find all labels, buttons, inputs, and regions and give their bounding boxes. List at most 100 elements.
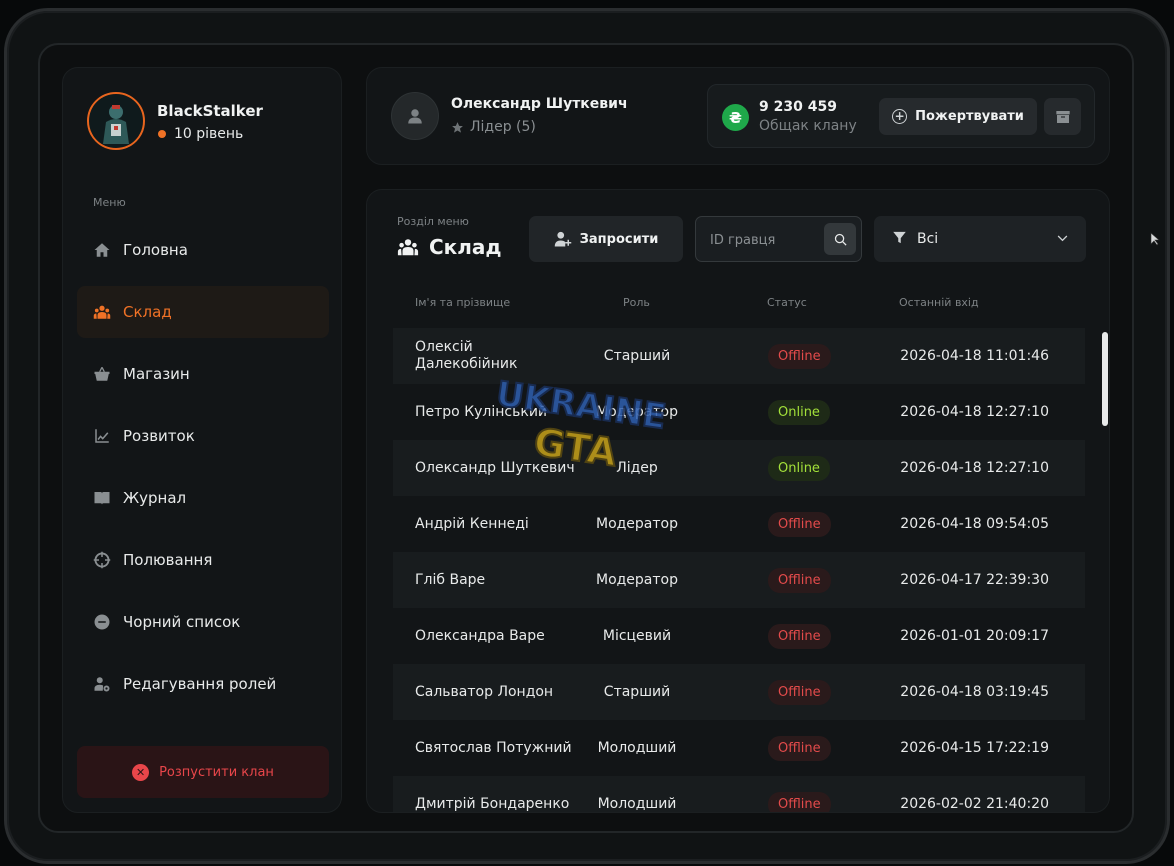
sidebar-item-label: Полювання xyxy=(123,551,213,569)
sidebar-item-label: Редагування ролей xyxy=(123,675,277,693)
table-row[interactable]: Олександр Шуткевич Лідер Online 2026-04-… xyxy=(393,440,1085,496)
member-last-login: 2026-04-18 12:27:10 xyxy=(900,460,1049,476)
status-badge: Online xyxy=(768,399,830,425)
table-row[interactable]: Дмитрій Бондаренко Молодший Offline 2026… xyxy=(393,776,1085,812)
star-icon xyxy=(452,121,463,133)
donate-button[interactable]: + Пожертвувати xyxy=(879,98,1037,135)
column-status: Статус xyxy=(767,296,807,309)
search-icon xyxy=(834,233,847,246)
member-name: Гліб Варе xyxy=(415,571,486,588)
member-role: Модератор xyxy=(595,404,678,420)
filter-icon xyxy=(892,230,907,249)
profile-level-text: 10 рівень xyxy=(174,126,244,142)
sidebar-item-home[interactable]: Головна xyxy=(77,224,329,276)
user-icon xyxy=(408,109,422,124)
bank-caption: Общак клану xyxy=(759,118,857,134)
table-header: Ім'я та прізвище Роль Статус Останній вх… xyxy=(393,296,1085,314)
table-row[interactable]: Сальватор Лондон Старший Offline 2026-04… xyxy=(393,664,1085,720)
sidebar-item-journal[interactable]: Журнал xyxy=(77,472,329,524)
status-badge: Offline xyxy=(768,791,831,812)
invite-button[interactable]: Запросити xyxy=(529,216,683,262)
home-icon xyxy=(93,241,111,259)
column-name: Ім'я та прізвище xyxy=(415,296,511,309)
table-row[interactable]: Гліб Варе Модератор Offline 2026-04-17 2… xyxy=(393,552,1085,608)
search-input[interactable] xyxy=(710,229,820,251)
status-badge: Offline xyxy=(768,511,831,537)
sidebar-item-blacklist[interactable]: Чорний список xyxy=(77,596,329,648)
member-role: Молодший xyxy=(597,796,677,812)
role-filter-dropdown[interactable]: Всі xyxy=(874,216,1086,262)
member-name: Дмитрій Бондаренко xyxy=(415,795,570,812)
mouse-cursor-icon xyxy=(1150,232,1160,246)
level-dot-icon xyxy=(158,130,166,138)
column-last-login: Останній вхід xyxy=(899,296,979,309)
invite-label: Запросити xyxy=(579,231,659,247)
clan-bank: ₴ 9 230 459 Общак клану + Пожертвувати xyxy=(707,84,1095,148)
bank-amount: 9 230 459 xyxy=(759,99,837,115)
sidebar-item-label: Чорний список xyxy=(123,613,241,631)
table-row[interactable]: Олексій Далекобійник Старший Offline 202… xyxy=(393,328,1085,384)
member-role: Модератор xyxy=(595,516,678,532)
scrollbar-thumb[interactable] xyxy=(1102,332,1108,426)
member-name: Олександра Варе xyxy=(415,627,545,644)
sidebar-item-label: Розвиток xyxy=(123,427,195,445)
hryvnia-icon: ₴ xyxy=(722,104,749,131)
sidebar-item-edit-roles[interactable]: Редагування ролей xyxy=(77,658,329,710)
archive-button[interactable] xyxy=(1044,98,1081,135)
member-name: Олексій Далекобійник xyxy=(415,339,518,372)
users-icon xyxy=(397,239,419,256)
disband-clan-button[interactable]: ✕ Розпустити клан xyxy=(77,746,329,798)
leader-name: Олександр Шуткевич xyxy=(451,96,628,112)
leader-role-text: Лідер (5) xyxy=(470,119,536,135)
stalker-avatar-icon xyxy=(93,98,139,144)
clan-screen: BlackStalker 10 рівень Меню Головна Скла… xyxy=(38,43,1134,833)
page-title-text: Склад xyxy=(429,235,502,259)
filter-value: Всі xyxy=(917,231,939,247)
sidebar: BlackStalker 10 рівень Меню Головна Скла… xyxy=(62,67,342,813)
members-panel: Розділ меню Склад Запросити Всі Ім'я та … xyxy=(366,189,1110,813)
member-name: Сальватор Лондон xyxy=(415,683,554,700)
sidebar-item-warehouse[interactable]: Склад xyxy=(77,286,329,338)
minus-circle-icon xyxy=(93,613,111,631)
page-title: Склад xyxy=(397,235,502,259)
table-row[interactable]: Олександра Варе Місцевий Offline 2026-01… xyxy=(393,608,1085,664)
table-row[interactable]: Андрій Кеннеді Модератор Offline 2026-04… xyxy=(393,496,1085,552)
chart-icon xyxy=(93,427,111,445)
users-icon xyxy=(93,303,111,321)
sidebar-item-label: Склад xyxy=(123,303,172,321)
status-badge: Online xyxy=(768,455,830,481)
profile-level: 10 рівень xyxy=(157,126,243,142)
member-name: Петро Кулінський xyxy=(415,403,548,420)
sidebar-item-shop[interactable]: Магазин xyxy=(77,348,329,400)
search-button[interactable] xyxy=(824,223,856,255)
leader-role: Лідер (5) xyxy=(451,119,536,135)
members-table: Олексій Далекобійник Старший Offline 202… xyxy=(393,328,1085,812)
status-badge: Offline xyxy=(768,735,831,761)
sidebar-item-hunting[interactable]: Полювання xyxy=(77,534,329,586)
archive-icon xyxy=(1055,110,1070,123)
member-role: Лідер xyxy=(616,460,658,476)
status-badge: Offline xyxy=(768,679,831,705)
sidebar-item-label: Головна xyxy=(123,241,188,259)
member-name: Олександр Шуткевич xyxy=(415,459,575,476)
section-caption: Розділ меню xyxy=(397,215,469,228)
member-last-login: 2026-04-17 22:39:30 xyxy=(900,572,1049,588)
sidebar-item-label: Магазин xyxy=(123,365,190,383)
member-last-login: 2026-04-18 03:19:45 xyxy=(900,684,1049,700)
sidebar-menu: Головна Склад Магазин Розвиток Журнал По… xyxy=(77,224,329,720)
user-gear-icon xyxy=(93,675,111,693)
clan-leader-card: Олександр Шуткевич Лідер (5) ₴ 9 230 459… xyxy=(366,67,1110,165)
member-name: Андрій Кеннеді xyxy=(415,515,529,532)
table-row[interactable]: Святослав Потужний Молодший Offline 2026… xyxy=(393,720,1085,776)
sidebar-item-development[interactable]: Розвиток xyxy=(77,410,329,462)
member-last-login: 2026-04-15 17:22:19 xyxy=(900,740,1049,756)
table-row[interactable]: Петро Кулінський Модератор Online 2026-0… xyxy=(393,384,1085,440)
member-role: Старший xyxy=(603,348,671,364)
member-last-login: 2026-02-02 21:40:20 xyxy=(900,796,1049,812)
disband-clan-label: Розпустити клан xyxy=(159,764,274,780)
add-user-icon xyxy=(554,231,571,247)
member-name: Святослав Потужний xyxy=(415,739,572,756)
leader-avatar xyxy=(391,92,439,140)
member-last-login: 2026-01-01 20:09:17 xyxy=(900,628,1049,644)
profile-name: BlackStalker xyxy=(157,102,263,120)
